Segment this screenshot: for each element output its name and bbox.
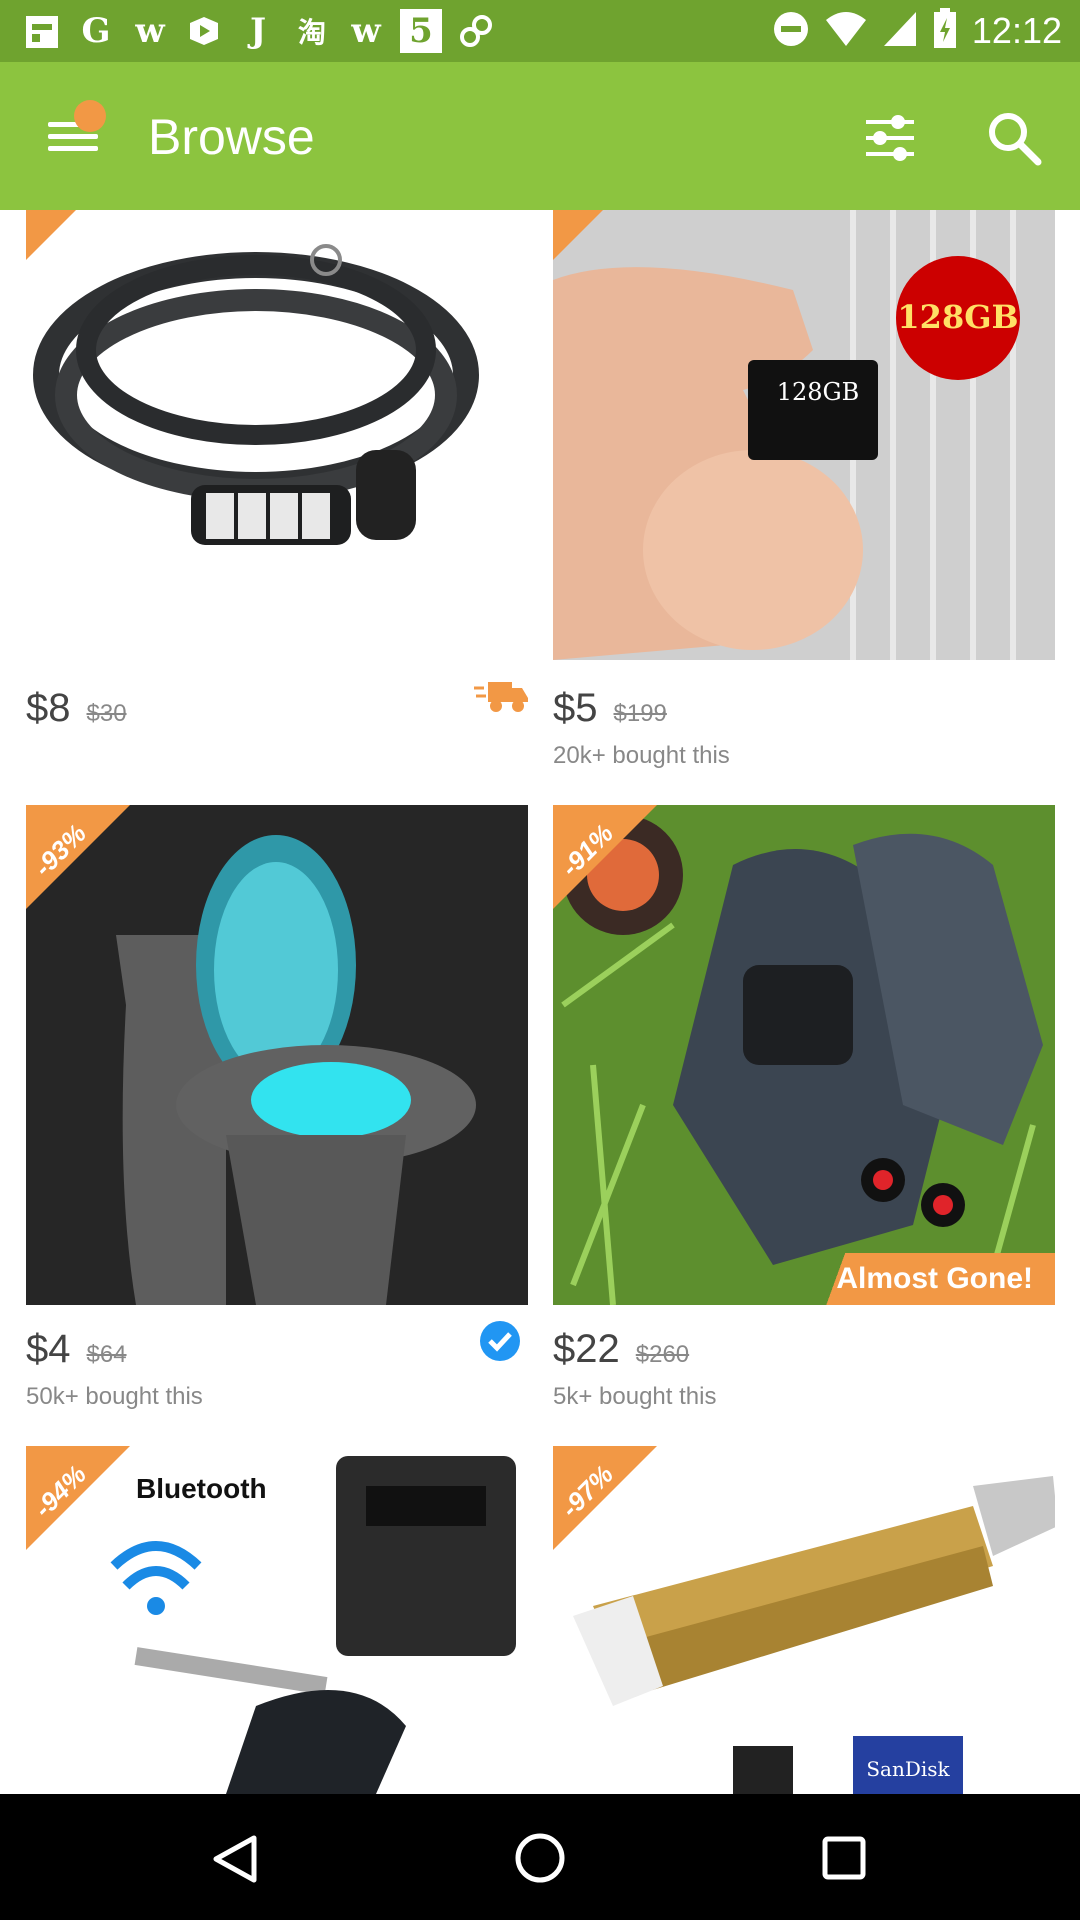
link-icon	[456, 11, 496, 51]
battery-icon	[932, 7, 958, 55]
price: $4	[26, 1327, 71, 1371]
page-title: Browse	[148, 109, 315, 165]
search-icon	[989, 113, 1042, 166]
google-icon: G	[81, 11, 111, 51]
product-card-lock[interactable]: $8 $30	[26, 210, 528, 765]
product-card-binoculars[interactable]: Almost Gone! -91% $22 $260 5k+ bought th…	[553, 805, 1055, 1415]
play-store-icon	[184, 11, 224, 51]
svg-text:SanDisk: SanDisk	[866, 1757, 950, 1781]
bought-count: 5k+ bought this	[553, 1383, 717, 1410]
svg-text:128GB: 128GB	[897, 298, 1018, 336]
product-card-card-reader[interactable]: SanDisk -97%	[553, 1446, 1055, 1794]
price-row: $5 $199	[553, 686, 667, 731]
price: $5	[553, 686, 598, 730]
product-card-bluetooth-adapter[interactable]: Bluetooth -94%	[26, 1446, 528, 1794]
svg-text:128GB: 128GB	[777, 378, 860, 406]
system-icons: 12:12	[772, 7, 1062, 55]
signal-icon	[882, 10, 918, 53]
filter-button[interactable]	[862, 110, 918, 166]
original-price: $30	[86, 700, 127, 727]
clock: 12:12	[971, 10, 1062, 51]
product-image[interactable]: 128GB 128GB	[553, 210, 1055, 660]
wish-icon: w	[135, 11, 165, 51]
almost-gone-ribbon: Almost Gone!	[795, 1253, 1055, 1305]
recents-icon	[822, 1836, 866, 1880]
back-button[interactable]	[212, 1834, 258, 1889]
back-icon	[213, 1835, 257, 1883]
product-card-toilet-light[interactable]: -93% $4 $64 50k+ bought this	[26, 805, 528, 1415]
taobao-icon: 淘	[297, 16, 326, 49]
product-card-sd-card[interactable]: 128GB 128GB $5 $199 20k+ bought this	[553, 210, 1055, 769]
price: $8	[26, 686, 71, 730]
original-price: $64	[86, 1341, 127, 1368]
search-button[interactable]	[984, 108, 1044, 168]
j-app-icon: J	[249, 11, 267, 51]
price-row: $8 $30	[26, 686, 127, 731]
wish-icon-2: w	[351, 11, 381, 51]
bought-count: 20k+ bought this	[553, 742, 730, 769]
filter-icon	[866, 115, 914, 161]
original-price: $260	[635, 1341, 690, 1368]
price: $22	[553, 1327, 620, 1371]
verified-icon	[478, 1319, 522, 1368]
do-not-disturb-icon	[772, 10, 810, 53]
svg-text:Bluetooth: Bluetooth	[136, 1473, 267, 1504]
original-price: $199	[613, 700, 667, 727]
recents-button[interactable]	[822, 1836, 866, 1885]
wifi-icon	[824, 10, 868, 53]
bought-count: 50k+ bought this	[26, 1383, 203, 1410]
home-button[interactable]	[514, 1832, 566, 1889]
app-bar: Browse	[0, 62, 1080, 210]
home-icon	[515, 1833, 565, 1883]
price-row: $22 $260	[553, 1327, 689, 1372]
calendar-icon	[22, 11, 62, 51]
notification-icons: G w J 淘 w 5	[22, 8, 496, 54]
price-row: $4 $64	[26, 1327, 127, 1372]
notification-dot	[74, 100, 106, 132]
html5-icon: 5	[400, 9, 442, 53]
product-image[interactable]	[26, 210, 528, 660]
navigation-bar	[0, 1794, 1080, 1920]
fast-shipping-icon	[474, 678, 528, 721]
status-bar: G w J 淘 w 5 12:12	[0, 0, 1080, 62]
